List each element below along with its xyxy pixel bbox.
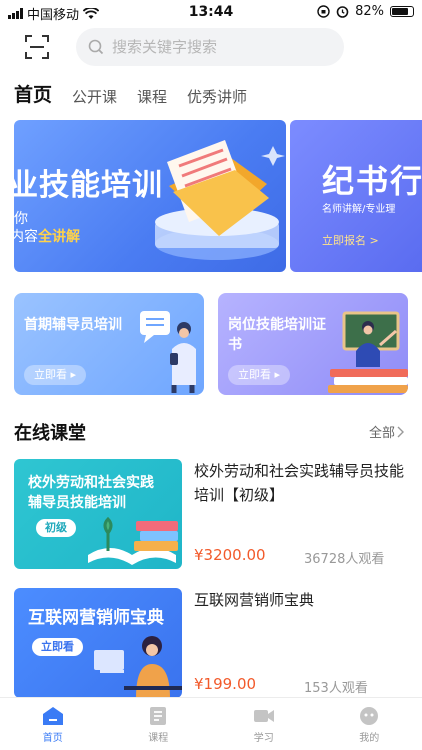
app-screen: 中国移动 13:44 82% 搜索关键字搜索 首页 公开课 课程 优秀讲师 业技… [0, 0, 422, 750]
banner2-subtitle: 名师讲解/专业理 [322, 204, 396, 215]
card-certificate-training[interactable]: 岗位技能培训证书 立即看 ▸ [218, 293, 408, 395]
video-icon [253, 710, 274, 722]
watch-now-badge: 立即看 [32, 638, 83, 656]
nav-item-courses[interactable]: 课程 [106, 698, 212, 750]
profile-icon [360, 707, 379, 725]
books-illustration [88, 516, 178, 565]
nav-item-home[interactable]: 首页 [0, 698, 106, 750]
course-price: ¥3200.00 [194, 546, 266, 564]
level-badge: 初级 [36, 519, 76, 537]
tab-teachers[interactable]: 优秀讲师 [187, 86, 247, 108]
section-title: 在线课堂 [14, 423, 86, 444]
banner2-cta[interactable]: 立即报名 > [322, 232, 379, 248]
watch-now-button[interactable]: 立即看 ▸ [24, 365, 87, 385]
battery-percent: 82% [355, 4, 384, 19]
document-illustration [155, 140, 285, 260]
banner-certificate[interactable]: 纪书行 名师讲解/专业理 立即报名 > [290, 120, 422, 272]
nav-item-study[interactable]: 学习 [211, 698, 317, 750]
search-bar[interactable] [76, 28, 344, 66]
card-title: 首期辅导员培训 [24, 317, 122, 333]
tab-open-class[interactable]: 公开课 [72, 86, 117, 108]
home-icon [42, 707, 63, 725]
scan-icon[interactable] [24, 34, 50, 60]
status-bar: 中国移动 13:44 82% [0, 0, 422, 24]
banner-line2: 内容全讲解 [14, 229, 80, 245]
bottom-nav: 首页 课程 学习 我的 [0, 697, 422, 750]
banner-skill-training[interactable]: 业技能培训 你 内容全讲解 [14, 120, 286, 272]
presenter-illustration [140, 311, 196, 393]
nav-label: 我的 [359, 733, 380, 744]
nav-label: 首页 [42, 733, 63, 744]
thumbnail-title: 互联网营销师宝典 [28, 608, 164, 628]
card-title: 岗位技能培训证书 [228, 317, 326, 353]
banner-line1: 你 [14, 211, 28, 227]
search-icon [88, 39, 104, 55]
marketer-illustration [94, 636, 182, 698]
course-icon [150, 707, 167, 725]
chevron-right-icon [397, 426, 405, 437]
view-count: 36728人观看 [304, 552, 385, 567]
banner2-title: 纪书行 [322, 162, 422, 200]
search-input[interactable] [112, 38, 312, 56]
course-price: ¥199.00 [194, 675, 257, 693]
watch-now-button[interactable]: 立即看 ▸ [228, 365, 291, 385]
alarm-icon [336, 6, 349, 18]
course-thumbnail[interactable]: 校外劳动和社会实践 辅导员技能培训 初级 [14, 459, 182, 569]
course-title[interactable]: 校外劳动和社会实践辅导员技能培训【初级】 [194, 459, 414, 507]
thumbnail-title: 校外劳动和社会实践 辅导员技能培训 [28, 475, 154, 511]
nav-label: 课程 [148, 733, 169, 744]
orientation-lock-icon [317, 5, 330, 18]
course-thumbnail[interactable]: 互联网营销师宝典 立即看 [14, 588, 182, 698]
view-all-label: 全部 [369, 426, 396, 441]
nav-label: 学习 [253, 733, 274, 744]
view-all-link[interactable]: 全部 [369, 422, 405, 441]
course-title[interactable]: 互联网营销师宝典 [194, 588, 414, 612]
tab-courses[interactable]: 课程 [137, 86, 167, 108]
card-counselor-training[interactable]: 首期辅导员培训 立即看 ▸ [14, 293, 204, 395]
tab-home[interactable]: 首页 [14, 82, 52, 108]
view-count: 153人观看 [304, 681, 368, 696]
top-tabs: 首页 公开课 课程 优秀讲师 [14, 80, 247, 108]
battery-icon [390, 6, 414, 17]
nav-item-profile[interactable]: 我的 [317, 698, 422, 750]
teacher-illustration [328, 311, 408, 393]
